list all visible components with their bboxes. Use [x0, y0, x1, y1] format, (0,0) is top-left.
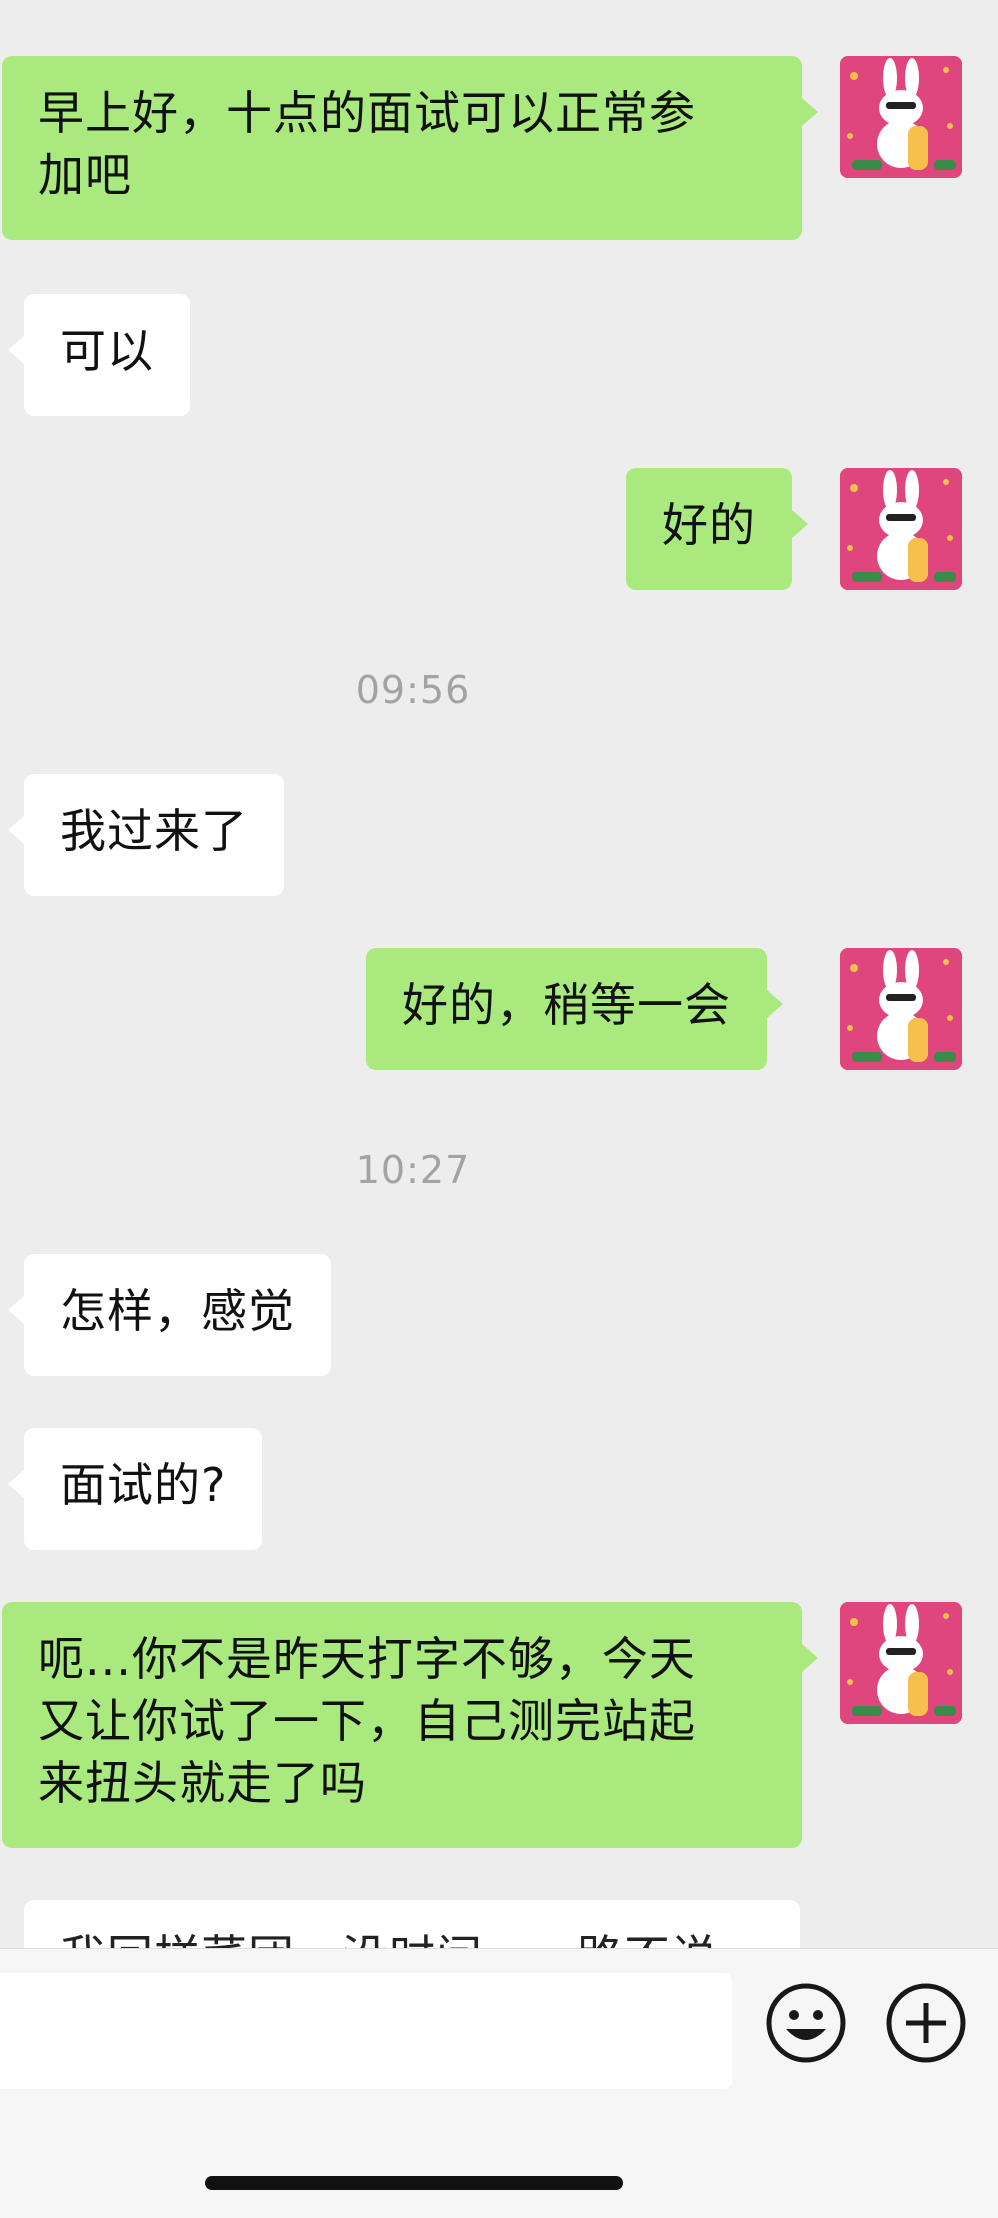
message-bubble-received[interactable]: 我回样菜团，没时间，一路不说 [24, 1900, 800, 1948]
smiley-icon[interactable] [764, 1981, 848, 2065]
chat-area[interactable]: 早上好，十点的面试可以正常参 加吧 可以 好的 09:56 我过来了 好的，稍等… [0, 0, 998, 1948]
rabbit-avatar-icon[interactable] [840, 468, 962, 590]
timestamp: 09:56 [355, 668, 471, 712]
message-bubble-sent[interactable]: 好的，稍等一会 [366, 948, 783, 1070]
rabbit-avatar-icon[interactable] [840, 1602, 962, 1724]
message-bubble-sent[interactable]: 呃...你不是昨天打字不够，今天 又让你试了一下，自己测完站起 来扭头就走了吗 [2, 1602, 818, 1848]
message-bubble-received[interactable]: 面试的? [7, 1428, 263, 1550]
message-bubble-received[interactable]: 可以 [8, 294, 190, 416]
plus-circle-icon[interactable] [884, 1981, 968, 2065]
message-bubble-received[interactable]: 怎样，感觉 [8, 1254, 331, 1376]
rabbit-avatar-icon[interactable] [840, 56, 962, 178]
message-bubble-sent[interactable]: 早上好，十点的面试可以正常参 加吧 [2, 56, 818, 240]
message-bubble-received[interactable]: 我过来了 [8, 774, 284, 896]
home-indicator[interactable] [205, 2176, 623, 2190]
message-bubble-sent[interactable]: 好的 [626, 468, 808, 590]
message-text-partial: 我回样菜团，没时间，一路不说 [60, 1930, 718, 1948]
timestamp: 10:27 [355, 1148, 471, 1192]
rabbit-avatar-icon[interactable] [840, 948, 962, 1070]
message-input[interactable] [0, 1973, 732, 2089]
